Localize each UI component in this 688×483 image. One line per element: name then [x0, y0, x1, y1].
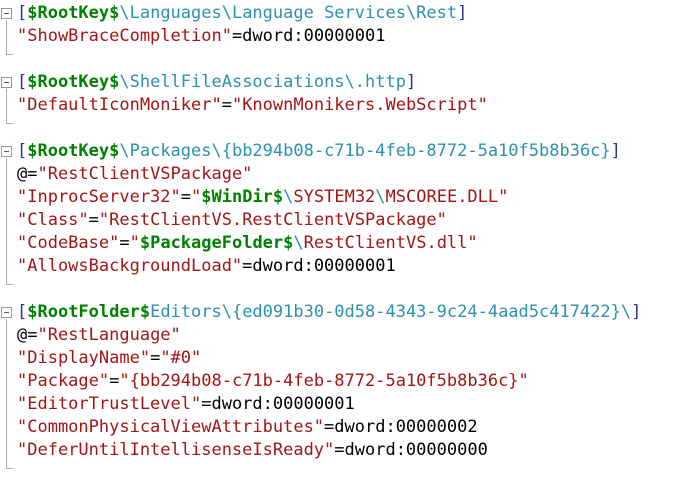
- code-token: $PackageFolder$: [139, 233, 294, 253]
- outline-guide-line: [6, 158, 13, 285]
- code-token: \: [375, 187, 386, 207]
- code-token: =: [88, 210, 99, 230]
- code-line[interactable]: "DefaultIconMoniker"="KnownMonikers.WebS…: [17, 94, 688, 117]
- code-token: "DefaultIconMoniker": [17, 95, 222, 115]
- collapse-minus-icon[interactable]: [1, 8, 12, 19]
- code-token: "AllowsBackgroundLoad": [17, 256, 243, 276]
- code-token: @=: [17, 164, 38, 184]
- pkgdef-section-3: [$RootKey$\Packages\{bb294b08-c71b-4feb-…: [0, 140, 688, 285]
- code-token: "RestLanguage": [37, 325, 181, 345]
- code-token: "{bb294b08-c71b-4feb-8772-5a10f5b8b36c}": [119, 371, 529, 391]
- outline-guide-line: [6, 89, 13, 124]
- code-token: "RestClientVS.RestClientVSPackage": [98, 210, 447, 230]
- code-token: =: [109, 371, 120, 391]
- code-token: \Packages\{bb294b08-c71b-4feb-8772-5a10f…: [119, 141, 611, 161]
- code-token: =dword:00000002: [324, 417, 478, 437]
- code-token: "EditorTrustLevel": [17, 394, 202, 414]
- code-token: "InprocServer32": [17, 187, 181, 207]
- code-token: "#0": [160, 348, 202, 368]
- code-token: ]: [457, 3, 468, 23]
- code-token: $RootFolder$: [27, 302, 151, 322]
- code-token: "KnownMonikers.WebScript": [231, 95, 488, 115]
- code-token: "Class": [17, 210, 89, 230]
- code-token: \: [293, 233, 304, 253]
- code-token: Editors\{ed091b30-0d58-4343-9c24-4aad5c4…: [150, 302, 632, 322]
- code-token: ]: [610, 141, 621, 161]
- code-token: $WinDir$: [201, 187, 284, 207]
- outline-guide-line: [6, 20, 13, 55]
- code-token: ": [498, 187, 509, 207]
- code-token: "DisplayName": [17, 348, 151, 368]
- code-token: =dword:00000000: [334, 440, 488, 460]
- code-line[interactable]: @="RestLanguage": [17, 324, 688, 347]
- outline-guide-line: [6, 319, 13, 469]
- code-token: ]: [631, 302, 642, 322]
- code-line[interactable]: "EditorTrustLevel"=dword:00000001: [17, 393, 688, 416]
- collapse-minus-icon[interactable]: [1, 307, 12, 318]
- code-line[interactable]: [$RootKey$\ShellFileAssociations\.http]: [17, 71, 688, 94]
- code-token: $RootKey$: [27, 141, 120, 161]
- collapse-minus-icon[interactable]: [1, 146, 12, 157]
- code-line[interactable]: "CodeBase"="$PackageFolder$\RestClientVS…: [17, 232, 688, 255]
- code-token: =: [180, 187, 192, 207]
- pkgdef-section-2: [$RootKey$\ShellFileAssociations\.http] "…: [0, 71, 688, 124]
- code-token: =dword:00000001: [231, 26, 386, 46]
- code-token: ": [129, 233, 140, 253]
- code-token: ": [191, 187, 202, 207]
- code-line[interactable]: "DeferUntilIntellisenseIsReady"=dword:00…: [17, 439, 688, 462]
- code-token: ]: [405, 72, 417, 92]
- code-token: "ShowBraceCompletion": [17, 26, 232, 46]
- code-line[interactable]: "AllowsBackgroundLoad"=dword:00000001: [17, 255, 688, 278]
- code-token: "Package": [17, 371, 110, 391]
- code-token: "RestClientVSPackage": [37, 164, 253, 184]
- code-token: [: [17, 302, 28, 322]
- code-token: =: [119, 233, 130, 253]
- code-token: $RootKey$: [27, 72, 120, 92]
- code-token: [: [17, 141, 28, 161]
- code-token: =dword:00000001: [242, 256, 396, 276]
- code-token: "CodeBase": [17, 233, 120, 253]
- code-line[interactable]: [$RootKey$\Languages\Language Services\R…: [17, 2, 688, 25]
- code-token: =: [150, 348, 161, 368]
- code-token: MSCOREE.DLL: [385, 187, 499, 207]
- code-token: $RootKey$: [27, 3, 120, 23]
- code-token: [: [17, 72, 28, 92]
- code-line[interactable]: "Package"="{bb294b08-c71b-4feb-8772-5a10…: [17, 370, 688, 393]
- code-token: [: [17, 3, 28, 23]
- code-line[interactable]: "Class"="RestClientVS.RestClientVSPackag…: [17, 209, 688, 232]
- code-token: =dword:00000001: [201, 394, 355, 414]
- pkgdef-section-1: [$RootKey$\Languages\Language Services\R…: [0, 2, 688, 55]
- code-token: RestClientVS.dll: [303, 233, 468, 253]
- code-token: \: [283, 187, 294, 207]
- code-line[interactable]: "CommonPhysicalViewAttributes"=dword:000…: [17, 416, 688, 439]
- code-token: "CommonPhysicalViewAttributes": [17, 417, 325, 437]
- code-token: \ShellFileAssociations\.http: [119, 72, 406, 92]
- code-line[interactable]: [$RootFolder$Editors\{ed091b30-0d58-4343…: [17, 301, 688, 324]
- code-token: @=: [17, 325, 38, 345]
- code-token: =: [221, 95, 232, 115]
- code-token: "DeferUntilIntellisenseIsReady": [17, 440, 335, 460]
- code-token: SYSTEM32: [293, 187, 376, 207]
- code-line[interactable]: "InprocServer32"="$WinDir$\SYSTEM32\MSCO…: [17, 186, 688, 209]
- code-line[interactable]: "DisplayName"="#0": [17, 347, 688, 370]
- code-token: \Languages\Language Services\Rest: [119, 3, 458, 23]
- code-token: ": [467, 233, 478, 253]
- pkgdef-section-4: [$RootFolder$Editors\{ed091b30-0d58-4343…: [0, 301, 688, 469]
- code-line[interactable]: "ShowBraceCompletion"=dword:00000001: [17, 25, 688, 48]
- code-line[interactable]: @="RestClientVSPackage": [17, 163, 688, 186]
- pkgdef-editor[interactable]: [$RootKey$\Languages\Language Services\R…: [0, 0, 688, 483]
- code-line[interactable]: [$RootKey$\Packages\{bb294b08-c71b-4feb-…: [17, 140, 688, 163]
- collapse-minus-icon[interactable]: [1, 77, 12, 88]
